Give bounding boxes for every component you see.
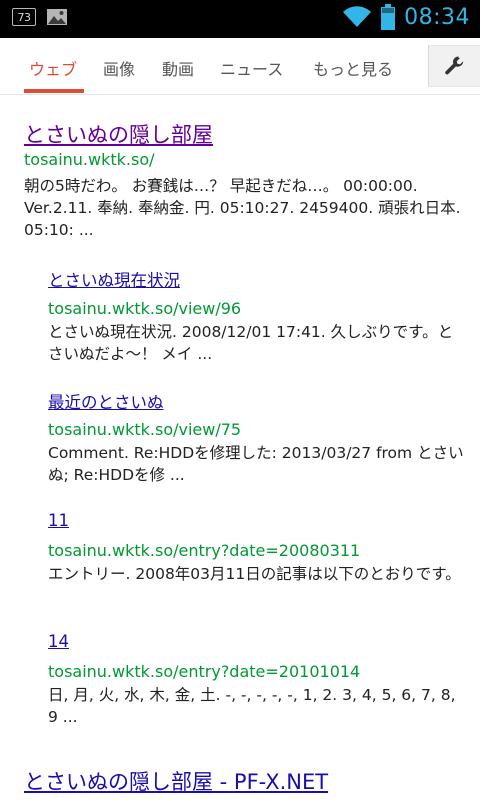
tab-more[interactable]: もっと見る: [313, 56, 393, 80]
sitelink-snippet: Comment. Re:HDDを修理した: 2013/03/27 from とさ…: [48, 444, 464, 484]
tab-videos[interactable]: 動画: [162, 56, 194, 80]
search-tools-button[interactable]: [428, 45, 480, 87]
result-snippet: 朝の5時だわ。 お賽銭は…？ 早起きだね…。 00:00:00. Ver.2.1…: [24, 177, 461, 239]
sitelink-snippet: 日, 月, 火, 水, 木, 金, 土. -, -, -, -, -, 1, 2…: [48, 686, 456, 726]
sitelink-title-link[interactable]: とさいぬ現在状況: [48, 267, 180, 291]
result-title-link[interactable]: とさいぬの隠し部屋: [24, 119, 213, 149]
tab-news[interactable]: ニュース: [220, 56, 283, 80]
sitelink-snippet: エントリー. 2008年03月11日の記事は以下のとおりです。: [48, 565, 461, 583]
sitelink-url: tosainu.wktk.so/view/75: [48, 420, 242, 439]
battery-icon: [381, 4, 396, 30]
wifi-icon: [343, 6, 372, 28]
status-bar-notifications: 73: [12, 8, 68, 26]
sitelink-title-link[interactable]: 11: [48, 511, 69, 530]
tab-images[interactable]: 画像: [103, 56, 135, 80]
sitelink-url: tosainu.wktk.so/view/96: [48, 299, 242, 318]
sitelink-url: tosainu.wktk.so/entry?date=20080311: [48, 541, 361, 560]
tab-web[interactable]: ウェブ: [29, 56, 77, 80]
active-tab-indicator: [24, 89, 84, 93]
sitelink-url: tosainu.wktk.so/entry?date=20101014: [48, 662, 361, 681]
clock: 08:34: [404, 4, 470, 30]
search-tab-bar: ウェブ 画像 動画 ニュース もっと見る: [0, 38, 480, 95]
image-notification-icon: [47, 9, 67, 25]
result-title-link[interactable]: とさいぬの隠し部屋 - PF-X.NET: [24, 766, 328, 796]
result-url: tosainu.wktk.so/: [24, 150, 155, 169]
sitelink-title-link[interactable]: 14: [48, 632, 69, 651]
sitelink-snippet: とさいぬ現在状況. 2008/12/01 17:41. 久しぶりです。とさいぬだ…: [48, 323, 454, 363]
wrench-icon: [445, 56, 464, 75]
sitelink-title-link[interactable]: 最近のとさいぬ: [48, 389, 164, 413]
status-bar-system: 08:34: [342, 4, 470, 30]
notification-count: 73: [17, 10, 32, 24]
status-bar: 73 08:34: [0, 0, 480, 38]
notification-count-icon: 73: [12, 8, 36, 26]
